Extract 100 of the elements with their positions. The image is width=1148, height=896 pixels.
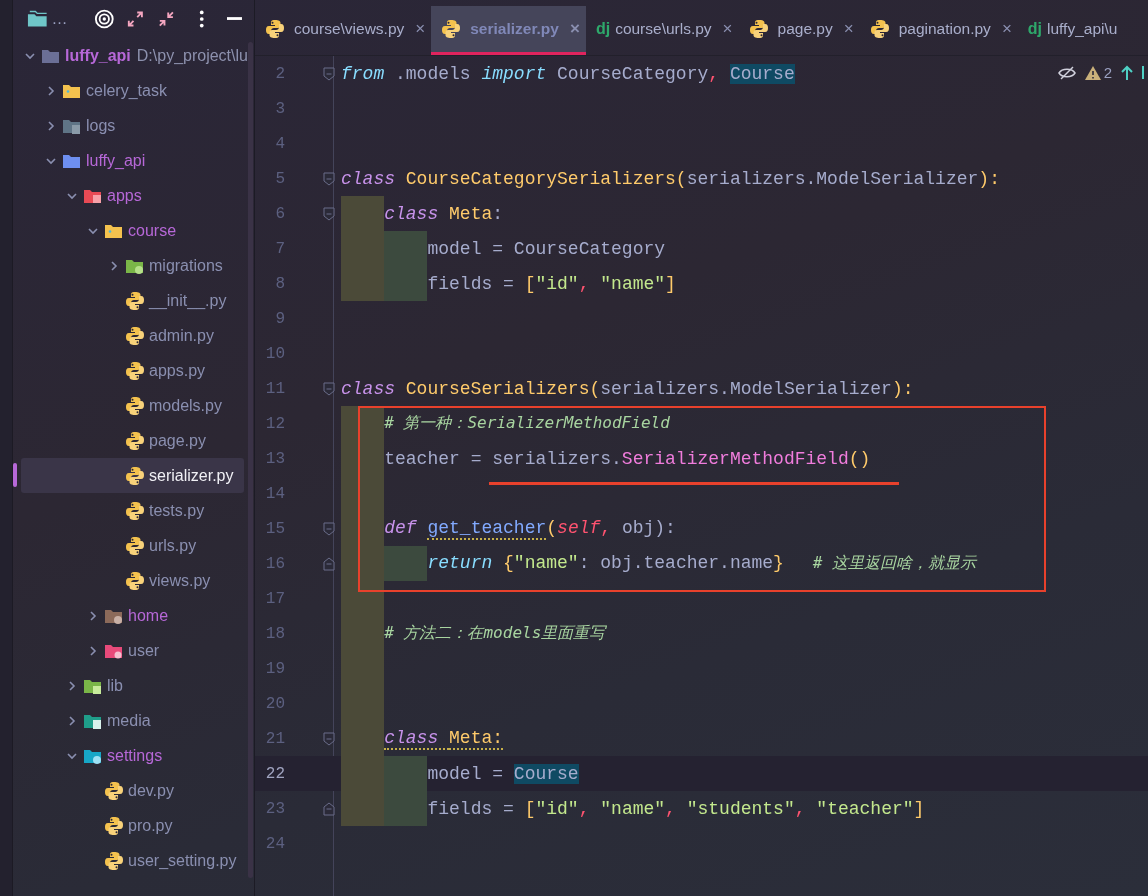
minimize-icon[interactable] [227, 17, 242, 21]
python-file-icon [125, 430, 145, 451]
line-number: 11 [264, 379, 285, 398]
tree-item[interactable]: luffy_api [86, 151, 146, 170]
code-line: def get_teacher(self, obj): [384, 517, 676, 540]
line-number: 16 [264, 554, 285, 573]
python-file-icon [125, 290, 145, 311]
code-line: class Meta: [384, 727, 504, 750]
warning-count[interactable]: 2 [1083, 64, 1112, 81]
tree-item[interactable]: home [128, 606, 169, 625]
line-number: 6 [274, 204, 285, 223]
close-icon[interactable]: × [569, 19, 580, 39]
editor-tab[interactable]: pagination.py × [859, 6, 1018, 55]
folder-icon[interactable] [27, 10, 48, 28]
fold-marker-icon[interactable] [323, 556, 335, 571]
python-file-icon [125, 465, 145, 486]
selection-marker [13, 463, 17, 487]
fold-marker-icon[interactable] [323, 731, 335, 746]
target-icon[interactable] [93, 8, 115, 30]
python-file-icon [441, 19, 462, 39]
expand-icon[interactable] [126, 9, 145, 29]
arrow-up-icon[interactable] [1120, 64, 1134, 81]
indent-guide [384, 546, 427, 581]
python-file-icon [869, 19, 890, 39]
tree-item[interactable]: __init__.py [149, 291, 227, 310]
line-number: 22 [264, 764, 285, 783]
code-line: class CourseSerializers(serializers.ModelSerializer): [341, 378, 914, 399]
editor-tab[interactable]: dj luffy_api\u [1017, 6, 1124, 55]
editor-tab[interactable]: course\views.py × [255, 6, 432, 55]
tree-item[interactable]: dev.py [128, 781, 174, 800]
line-number: 7 [274, 239, 285, 258]
tree-item[interactable]: user [128, 641, 160, 660]
python-file-icon [125, 570, 145, 591]
tree-item[interactable]: admin.py [149, 326, 214, 345]
tree-item[interactable]: serializer.py [149, 466, 234, 485]
line-number: 9 [274, 309, 285, 328]
tree-item[interactable]: course [128, 221, 177, 240]
fold-marker-icon[interactable] [323, 521, 335, 536]
tree-item[interactable]: logs [86, 116, 116, 135]
django-icon: dj [595, 20, 611, 38]
tree-item[interactable]: apps [107, 186, 142, 205]
line-number: 5 [274, 169, 285, 188]
indent-guide [384, 231, 427, 266]
eye-slash-icon[interactable] [1057, 65, 1076, 80]
close-icon[interactable]: × [1001, 19, 1012, 39]
indent-guide [341, 791, 384, 826]
tree-item[interactable]: settings [107, 746, 163, 765]
warning-icon [1083, 64, 1102, 81]
tree-item[interactable]: media [107, 711, 151, 730]
python-file-icon [125, 535, 145, 556]
indent-guide [341, 406, 384, 441]
tree-item[interactable]: tests.py [149, 501, 205, 520]
editor-tab[interactable]: dj course\urls.py × [585, 6, 739, 55]
python-file-icon [104, 780, 124, 801]
python-file-icon [125, 325, 145, 346]
line-number: 17 [264, 589, 285, 608]
project-path: D:\py_project\lu [136, 46, 248, 65]
scrollbar[interactable] [248, 42, 253, 878]
tree-item[interactable]: luffy_api [65, 46, 131, 65]
code-line: # 方法二：在models里面重写 [384, 623, 606, 644]
indent-guide [341, 266, 384, 301]
tree-item[interactable]: pro.py [128, 816, 173, 835]
fold-marker-icon[interactable] [323, 66, 335, 81]
code-line: from .models import CourseCategory, Course [341, 63, 795, 84]
tree-item[interactable]: apps.py [149, 361, 206, 380]
close-icon[interactable]: × [843, 19, 854, 39]
code-line: model = Course [427, 763, 579, 784]
close-icon[interactable]: × [415, 19, 426, 39]
python-file-icon [125, 395, 145, 416]
line-number: 23 [264, 799, 285, 818]
panel-title[interactable]: … [51, 10, 68, 28]
code-line: teacher = serializers.SerializerMethodField() [384, 448, 871, 469]
code-line: class CourseCategorySerializers(serializers.ModelSerializer): [341, 168, 1000, 189]
line-number: 8 [274, 274, 285, 293]
django-icon: dj [1027, 20, 1043, 38]
editor-tab[interactable]: serializer.py × [431, 6, 586, 55]
tree-item[interactable]: models.py [149, 396, 222, 415]
tree-item[interactable]: celery_task [86, 81, 167, 100]
tree-item[interactable]: user_setting.py [128, 851, 237, 870]
tree-item[interactable]: urls.py [149, 536, 197, 555]
python-file-icon [104, 815, 124, 836]
python-file-icon [104, 850, 124, 871]
line-number: 21 [264, 729, 285, 748]
tree-item[interactable]: page.py [149, 431, 206, 450]
tree-item[interactable]: views.py [149, 571, 211, 590]
indent-guide [384, 791, 427, 826]
tree-item[interactable]: lib [107, 676, 123, 695]
editor-tab[interactable]: page.py × [738, 6, 860, 55]
line-number: 12 [264, 414, 285, 433]
fold-marker-icon[interactable] [323, 171, 335, 186]
tree-item[interactable]: migrations [149, 256, 223, 275]
line-number: 13 [264, 449, 285, 468]
line-number: 19 [264, 659, 285, 678]
fold-marker-icon[interactable] [323, 206, 335, 221]
line-number: 20 [264, 694, 285, 713]
more-icon[interactable] [197, 9, 206, 29]
fold-marker-icon[interactable] [323, 801, 335, 816]
code-line: fields = ["id", "name"] [427, 273, 676, 294]
fold-marker-icon[interactable] [323, 381, 335, 396]
close-icon[interactable]: × [722, 19, 733, 39]
